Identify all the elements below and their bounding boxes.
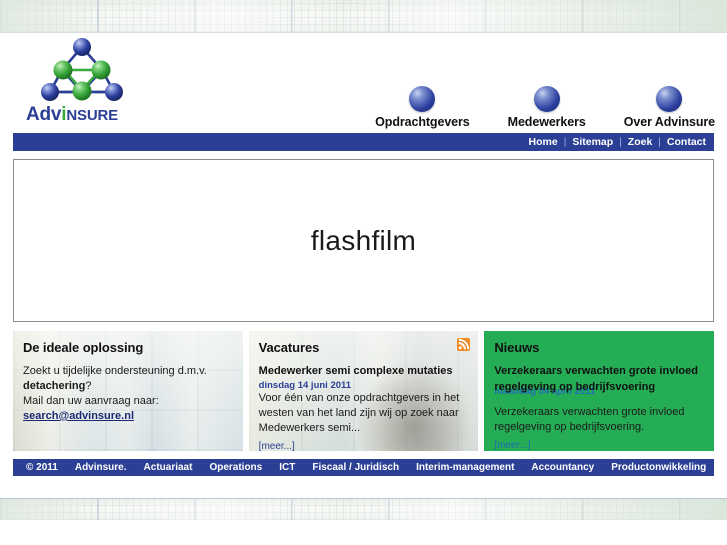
box-body-oplossing: Zoekt u tijdelijke ondersteuning d.m.v. … [23,364,233,424]
utility-link-zoek[interactable]: Zoek [628,136,653,148]
logo[interactable]: AdviNSURE [26,37,138,131]
page-root: AdviNSURE Opdrachtgevers Medewerkers Ove… [0,0,727,545]
footer-link-ict[interactable]: ICT [279,462,295,473]
footer-link-accountancy[interactable]: Accountancy [531,462,594,473]
main-navigation: Opdrachtgevers Medewerkers Over Advinsur… [375,81,715,131]
vacature-more-link[interactable]: [meer...] [259,441,295,451]
utility-link-contact[interactable]: Contact [667,136,706,148]
utility-link-sitemap[interactable]: Sitemap [572,136,613,148]
site-footer: © 2011 Advinsure. Actuariaat Operations … [13,459,714,476]
footer-link-interim-management[interactable]: Interim-management [416,462,514,473]
nav-item-medewerkers[interactable]: Medewerkers [508,86,586,131]
oplossing-line-1: Zoekt u tijdelijke ondersteuning d.m.v. [23,365,207,377]
nieuws-item-body: Verzekeraars verwachten grote invloed re… [494,406,685,433]
box-title-oplossing: De ideale oplossing [23,340,144,355]
nieuws-item-title-line-1: Verzekeraars verwachten grote invloed [494,365,698,377]
flash-movie-panel[interactable]: flashfilm [13,159,714,322]
nieuws-more-link[interactable]: [meer...] [494,440,530,451]
molecule-logo-icon [41,38,123,101]
nieuws-item-title[interactable]: Verzekeraars verwachten grote invloed re… [494,364,704,395]
nav-item-opdrachtgevers[interactable]: Opdrachtgevers [375,86,470,131]
nav-label-medewerkers: Medewerkers [507,115,586,129]
box-title-vacatures: Vacatures [258,340,320,355]
nav-item-over-advinsure[interactable]: Over Advinsure [624,86,715,131]
footer-link-fiscaal-juridisch[interactable]: Fiscaal / Juridisch [312,462,399,473]
top-building-texture-banner [0,0,727,32]
logo-word-part-3: NSURE [66,107,118,124]
footer-link-advinsure[interactable]: Advinsure. [75,462,127,473]
vacature-item-date: dinsdag 14 juni 2011 [258,380,352,391]
blue-sphere-icon [656,86,683,112]
logo-word-part-1: Adv [26,104,62,125]
blue-sphere-icon [409,86,436,112]
box-vacatures: Vacatures Medewerker semi complexe mutat… [248,331,479,451]
logo-wordmark: AdviNSURE [26,105,138,126]
nav-label-opdrachtgevers: Opdrachtgevers [375,115,470,129]
oplossing-keyword-detachering: detachering [23,380,86,392]
box-de-ideale-oplossing: De ideale oplossing Zoekt u tijdelijke o… [13,331,243,451]
box-nieuws: Nieuws maandag 04 april 2011 Verzekeraar… [484,331,715,451]
oplossing-line-2: detachering? [23,379,233,394]
nieuws-item-title-line-2: regelgeving op bedrijfsvoering [494,381,656,393]
utility-separator: | [658,136,661,148]
footer-copyright: © 2011 [26,462,58,473]
bottom-building-texture-banner [0,498,727,520]
footer-link-operations[interactable]: Operations [209,462,262,473]
utility-separator: | [563,136,567,148]
utility-link-home[interactable]: Home [529,136,558,148]
email-link-search-advinsure[interactable]: search@advinsure.nl [23,410,134,422]
flash-placeholder-text: flashfilm [310,224,417,256]
oplossing-line-3: Mail dan uw aanvraag naar: [23,395,159,407]
nav-label-over-advinsure: Over Advinsure [623,115,715,129]
content-boxes-row: De ideale oplossing Zoekt u tijdelijke o… [13,331,715,451]
nieuws-item: maandag 04 april 2011 Verzekeraars verwa… [494,364,704,451]
oplossing-line-2-rest: ? [85,380,92,392]
utility-navigation-bar: Home | Sitemap | Zoek | Contact [13,133,714,151]
footer-link-actuariaat[interactable]: Actuariaat [144,462,193,473]
box-title-nieuws: Nieuws [494,340,540,355]
utility-separator: | [619,136,622,148]
footer-link-productonwikkeling[interactable]: Productonwikkeling [611,462,706,473]
site-container: AdviNSURE Opdrachtgevers Medewerkers Ove… [0,32,727,498]
vacature-item-body: Voor één van onze opdrachtgevers in het … [258,392,460,434]
rss-feed-icon[interactable] [457,338,471,351]
blue-sphere-icon [533,86,560,112]
site-header: AdviNSURE Opdrachtgevers Medewerkers Ove… [0,33,727,133]
vacature-item-title[interactable]: Medewerker semi complexe mutaties [259,364,469,379]
